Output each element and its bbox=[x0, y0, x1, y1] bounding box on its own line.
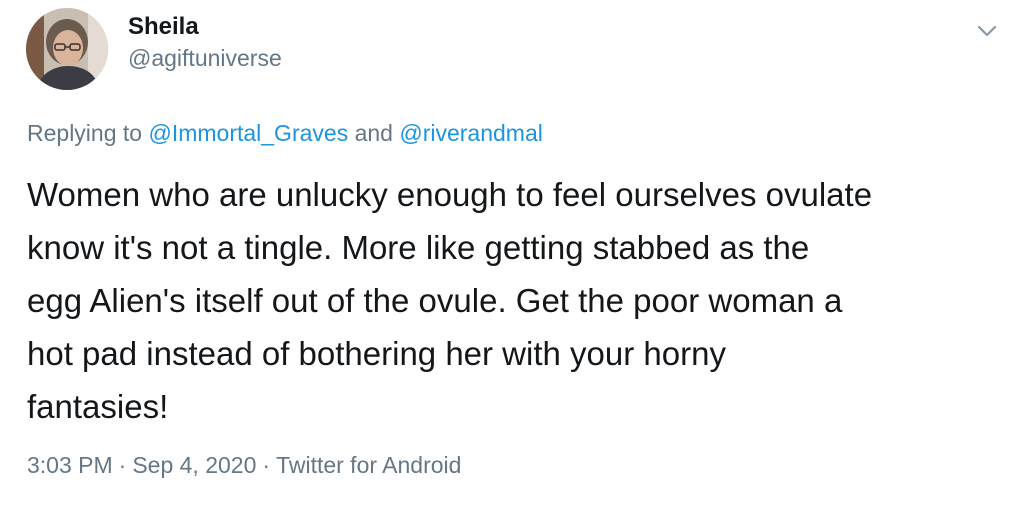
avatar[interactable] bbox=[26, 8, 108, 90]
tweet-text-line: egg Alien's itself out of the ovule. Get… bbox=[27, 282, 843, 319]
tweet-text-line: fantasies! bbox=[27, 388, 169, 425]
user-names: Sheila @agiftuniverse bbox=[128, 11, 282, 73]
tweet-meta: 3:03 PM · Sep 4, 2020 · Twitter for Android bbox=[27, 450, 461, 480]
user-handle[interactable]: @agiftuniverse bbox=[128, 43, 282, 73]
tweet-time[interactable]: 3:03 PM bbox=[27, 452, 113, 478]
tweet-text-line: know it's not a tingle. More like gettin… bbox=[27, 229, 810, 266]
tweet-source[interactable]: Twitter for Android bbox=[276, 452, 461, 478]
replying-to: Replying to @Immortal_Graves and @rivera… bbox=[27, 118, 543, 148]
avatar-image bbox=[26, 8, 108, 90]
tweet-date[interactable]: Sep 4, 2020 bbox=[132, 452, 256, 478]
chevron-down-icon[interactable] bbox=[972, 16, 1002, 46]
mention-link[interactable]: @Immortal_Graves bbox=[148, 120, 348, 146]
replying-prefix: Replying to bbox=[27, 120, 143, 146]
meta-separator: · bbox=[118, 452, 127, 478]
display-name[interactable]: Sheila bbox=[128, 11, 282, 43]
tweet-text-line: hot pad instead of bothering her with yo… bbox=[27, 335, 726, 372]
tweet-card: Sheila @agiftuniverse Replying to @Immor… bbox=[0, 0, 1024, 505]
replying-conjunction: and bbox=[354, 120, 393, 146]
tweet-header: Sheila @agiftuniverse bbox=[26, 8, 282, 90]
tweet-text: Women who are unlucky enough to feel our… bbox=[27, 168, 1007, 433]
tweet-text-line: Women who are unlucky enough to feel our… bbox=[27, 176, 873, 213]
mention-link[interactable]: @riverandmal bbox=[399, 120, 543, 146]
meta-separator: · bbox=[262, 452, 271, 478]
